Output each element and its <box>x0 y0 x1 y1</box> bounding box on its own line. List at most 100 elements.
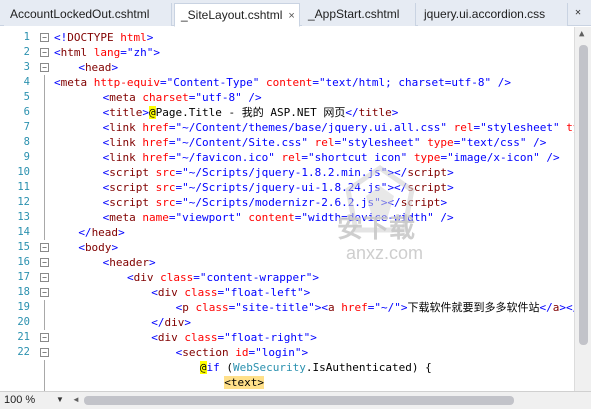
fold-toggle-icon[interactable]: − <box>40 48 49 57</box>
close-icon[interactable]: × <box>288 5 294 27</box>
vertical-scroll-thumb[interactable] <box>579 45 588 345</box>
code-token: "viewport" <box>175 211 242 224</box>
tab-accountlockedout[interactable]: AccountLockedOut.cshtml <box>4 3 172 26</box>
fold-guide <box>44 180 45 195</box>
code-token: meta <box>60 76 88 89</box>
fold-toggle-icon[interactable]: − <box>40 63 49 72</box>
tab-sitelayout[interactable]: _SiteLayout.cshtml × <box>174 3 300 27</box>
zoom-level[interactable]: 100 % <box>4 394 35 406</box>
code-token: @ <box>149 106 156 119</box>
tab-appstart[interactable]: _AppStart.cshtml <box>302 3 416 26</box>
fold-toggle-icon[interactable]: − <box>40 348 49 357</box>
code-token: < <box>54 76 61 89</box>
code-line[interactable]: 9 <link href="~/favicon.ico" rel="shortcu… <box>0 150 574 165</box>
fold-guide <box>44 150 45 165</box>
fold-toggle-icon[interactable]: − <box>40 258 49 267</box>
code-token: Page.Title - 我的 ASP.NET 网页 <box>155 106 346 119</box>
code-line[interactable]: 8 <link href="~/Content/Site.css" rel="st… <box>0 135 574 150</box>
line-number: 16 <box>17 256 30 268</box>
code-line[interactable]: 7 <link href="~/Content/themes/base/jquer… <box>0 120 574 135</box>
scroll-left-icon[interactable]: ◄ <box>72 395 80 404</box>
code-token: ( <box>219 361 234 374</box>
code-token: http-equiv <box>93 76 160 89</box>
fold-guide <box>44 105 45 120</box>
code-line[interactable]: 14 </head> <box>0 225 574 240</box>
code-line[interactable]: 13 <meta name="viewport" content="width=d… <box>0 210 574 225</box>
fold-toggle-icon[interactable]: − <box>40 288 49 297</box>
code-token: <! <box>54 31 68 44</box>
code-line[interactable]: 18 − <div class="float-left"> <box>0 285 574 300</box>
code-token: > <box>312 271 320 284</box>
fold-toggle-icon[interactable]: − <box>40 333 49 342</box>
code-token: header <box>109 256 149 269</box>
code-line[interactable]: 6 <title>@Page.Title - 我的 ASP.NET 网页</tit… <box>0 105 574 120</box>
code-line[interactable]: 12 <script src="~/Scripts/modernizr-2.6.2… <box>0 195 574 210</box>
code-text: <head> <box>78 60 118 75</box>
code-line[interactable]: 4 <meta http-equiv="Content-Type" content… <box>0 75 574 90</box>
tab-jquery-ui-accordion-css[interactable]: jquery.ui.accordion.css <box>418 3 568 26</box>
fold-guide <box>44 360 45 375</box>
code-line[interactable]: @if (WebSecurity.IsAuthenticated) { <box>0 360 574 375</box>
line-number: 22 <box>17 346 30 358</box>
code-editor[interactable]: 1− <!DOCTYPE html> 2− <html lang="zh"> 3− <he… <box>0 27 574 391</box>
code-token: href <box>142 121 169 134</box>
line-number: 17 <box>17 271 30 283</box>
code-token: "image/x-icon" <box>447 151 540 164</box>
code-line[interactable]: 2 − <html lang="zh"> <box>0 45 574 60</box>
fold-toggle-icon[interactable]: − <box>40 273 49 282</box>
code-token: if <box>206 361 220 374</box>
code-token: link <box>109 121 136 134</box>
code-token: WebSecurity <box>233 361 306 374</box>
code-token: "login" <box>255 346 302 359</box>
code-token: > <box>391 106 399 119</box>
code-token: content <box>248 211 295 224</box>
code-token: "stylesheet" <box>341 136 421 149</box>
zoom-chevron-down-icon[interactable]: ▼ <box>56 395 64 404</box>
fold-toggle-icon[interactable]: − <box>40 33 49 42</box>
vertical-scrollbar[interactable]: ▲ <box>574 27 591 391</box>
code-line[interactable]: 15 − <body> <box>0 240 574 255</box>
code-token: class <box>195 301 229 314</box>
code-line[interactable]: 16 − <header> <box>0 255 574 270</box>
line-number: 3 <box>23 61 30 73</box>
code-line[interactable]: 17 − <div class="content-wrapper"> <box>0 270 574 285</box>
code-token: p <box>182 301 189 314</box>
code-line[interactable]: 3 − <head> <box>0 60 574 75</box>
code-token: < <box>224 376 231 389</box>
scroll-up-icon[interactable]: ▲ <box>579 29 584 39</box>
line-number: 4 <box>23 76 30 88</box>
code-line[interactable]: 20 </div> <box>0 315 574 330</box>
tab-label: AccountLockedOut.cshtml <box>10 7 150 21</box>
code-token: script <box>109 196 149 209</box>
fold-toggle-icon[interactable]: − <box>40 243 49 252</box>
code-token: rel <box>453 121 474 134</box>
code-token: 下载软件就要到多多软件站 <box>407 301 540 314</box>
code-line[interactable]: 21 − <div class="float-right"> <box>0 330 574 345</box>
code-line[interactable]: 10 <script src="~/Scripts/jquery-1.8.2.mi… <box>0 165 574 180</box>
code-line[interactable]: <text> <box>0 375 574 390</box>
horizontal-scroll-thumb[interactable] <box>84 396 514 405</box>
code-token: head <box>91 226 119 239</box>
code-line[interactable]: 22 − <section id="login"> <box>0 345 574 360</box>
code-line[interactable]: 19 <p class="site-title"><a href="~/">下载软… <box>0 300 574 315</box>
line-number: 19 <box>17 301 30 313</box>
code-line[interactable]: 11 <script src="~/Scripts/jquery-ui-1.8.2… <box>0 180 574 195</box>
code-token: @ <box>199 361 207 374</box>
tab-list-chevron-down-icon[interactable]: ✕ <box>571 6 585 20</box>
code-token: > <box>142 106 149 119</box>
line-number: 15 <box>17 241 30 253</box>
code-token: > <box>153 46 160 59</box>
line-number: 14 <box>17 226 30 238</box>
code-token: body <box>84 241 112 254</box>
code-line[interactable]: 5 <meta charset="utf-8" /> <box>0 90 574 105</box>
code-token: "float-right" <box>224 331 311 344</box>
line-number: 8 <box>23 136 30 148</box>
code-line[interactable]: 1 − <!DOCTYPE html> <box>0 30 574 45</box>
code-token: "text/html; charset=utf-8" <box>318 76 492 89</box>
line-number: 2 <box>23 46 30 58</box>
line-number: 20 <box>17 316 30 328</box>
code-token: "utf-8" <box>195 91 242 104</box>
